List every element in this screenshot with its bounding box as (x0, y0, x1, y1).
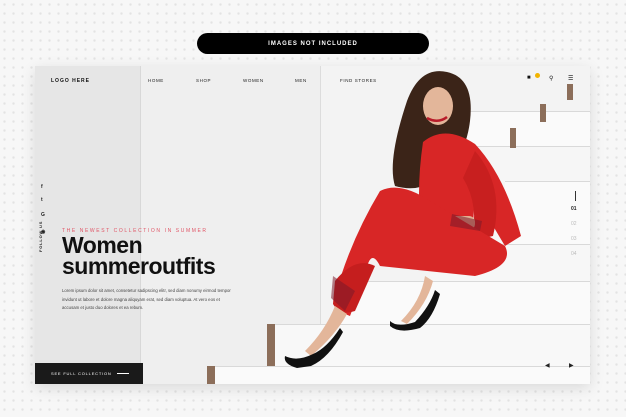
stair-step (215, 366, 590, 384)
nav-shop[interactable]: SHOP (196, 78, 211, 83)
prev-arrow-icon[interactable]: ◀ (545, 362, 550, 369)
headline-line-2: summeroutfits (62, 253, 216, 279)
search-icon[interactable]: ⚲ (549, 75, 553, 82)
page-title: Women summeroutfits (62, 234, 216, 279)
facebook-icon[interactable]: f (41, 184, 43, 190)
nav-home[interactable]: HOME (148, 78, 164, 83)
hero-paragraph: Lorem ipsum dolor sit amet, consetetur s… (62, 288, 231, 311)
nav-find-stores[interactable]: FIND STORES (340, 78, 377, 83)
cart-badge (535, 73, 540, 78)
hamburger-menu-icon[interactable]: ☰ (568, 75, 573, 82)
google-plus-icon[interactable]: G (41, 212, 45, 218)
stair-edge (510, 128, 516, 148)
background-wall-left (35, 66, 140, 384)
stair-edge (267, 324, 275, 366)
slide-page-4[interactable]: 04 (571, 251, 577, 257)
slide-page-2[interactable]: 02 (571, 221, 577, 227)
slide-page-1[interactable]: 01 (571, 206, 577, 212)
bag-icon[interactable]: ■ (527, 75, 531, 81)
cta-arrow-line (117, 373, 129, 374)
cta-label: SEE FULL COLLECTION (51, 371, 112, 376)
slide-page-3[interactable]: 03 (571, 236, 577, 242)
stair-edge (567, 84, 573, 100)
wall-seam (140, 66, 141, 384)
stair-edge (207, 366, 215, 384)
next-arrow-icon[interactable]: ▶ (569, 362, 574, 369)
see-full-collection-button[interactable]: SEE FULL COLLECTION (35, 363, 143, 384)
logo[interactable]: LOGO HERE (51, 78, 90, 84)
twitter-icon[interactable]: t (41, 197, 43, 203)
follow-us-label: FOLLOW US (38, 220, 43, 252)
images-not-included-banner: IMAGES NOT INCLUDED (197, 33, 429, 54)
hero-card: LOGO HERE HOME SHOP WOMEN MEN FIND STORE… (35, 66, 590, 384)
slide-indicator-bar (575, 191, 576, 201)
stair-edge (540, 104, 546, 122)
nav-women[interactable]: WOMEN (243, 78, 264, 83)
nav-men[interactable]: MEN (295, 78, 307, 83)
